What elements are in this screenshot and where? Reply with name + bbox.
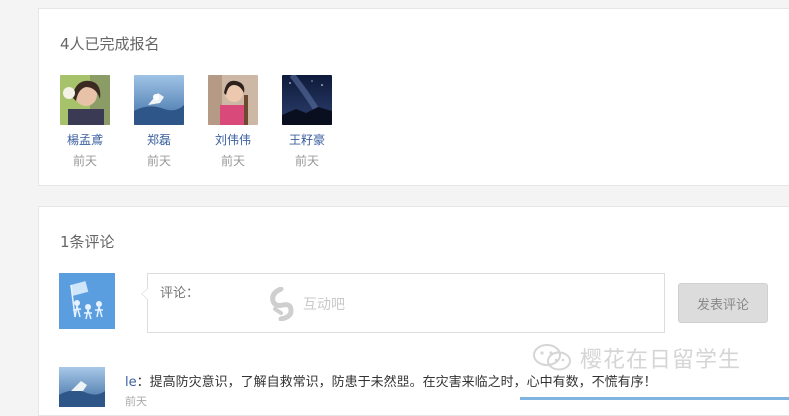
registration-card: 4人已完成报名 楊孟鳶 前天 郑磊 前天 刘伟伟 前天 王籽豪 前天 <box>38 8 789 186</box>
registrant-name[interactable]: 王籽豪 <box>282 131 332 148</box>
registrant-item[interactable]: 王籽豪 前天 <box>282 75 356 169</box>
registrant-name[interactable]: 刘伟伟 <box>208 131 258 148</box>
registrant-time: 前天 <box>146 154 171 168</box>
avatar[interactable] <box>282 75 332 125</box>
comment-body: 提高防灾意识，了解自救常识，防患于未然𠁁。在灾害来临之时，心中有数，不慌有序！ <box>149 375 657 390</box>
comment-separator: ： <box>136 375 150 390</box>
comment-text-line: le：提高防灾意识，了解自救常识，防患于未然𠁁。在灾害来临之时，心中有数，不慌有… <box>125 371 657 390</box>
registrant-item[interactable]: 楊孟鳶 前天 <box>60 75 134 169</box>
registrant-list: 楊孟鳶 前天 郑磊 前天 刘伟伟 前天 王籽豪 前天 <box>60 75 356 169</box>
comment-input-wrapper[interactable] <box>141 273 665 333</box>
registrant-item[interactable]: 郑磊 前天 <box>134 75 208 169</box>
comment-username[interactable]: le <box>125 375 137 390</box>
comments-title: 1条评论 <box>60 233 115 251</box>
registrant-time: 前天 <box>294 154 319 168</box>
registrant-name[interactable]: 楊孟鳶 <box>60 131 110 148</box>
comment-meta: 前天 <box>125 395 147 408</box>
registrant-time: 前天 <box>72 154 97 168</box>
avatar[interactable] <box>208 75 258 125</box>
avatar[interactable] <box>134 75 184 125</box>
registrant-item[interactable]: 刘伟伟 前天 <box>208 75 282 169</box>
comments-card: 1条评论 互动吧 发表评论 le：提高防灾意识，了解自救常识，防患于未然𠁁。在灾… <box>38 206 789 416</box>
comment-input[interactable] <box>148 274 664 332</box>
registration-title: 4人已完成报名 <box>60 35 160 53</box>
submit-comment-button[interactable]: 发表评论 <box>678 283 768 323</box>
avatar[interactable] <box>59 367 105 407</box>
avatar[interactable] <box>60 75 110 125</box>
current-user-avatar <box>59 273 115 329</box>
registrant-time: 前天 <box>220 154 245 168</box>
registrant-name[interactable]: 郑磊 <box>134 131 184 148</box>
